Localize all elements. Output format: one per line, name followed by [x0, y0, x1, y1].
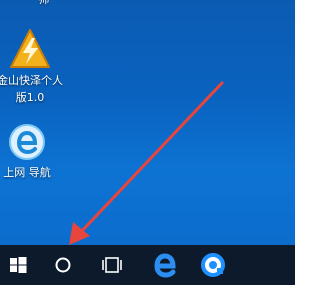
app-taskbar-button[interactable]: [193, 245, 233, 285]
task-view-button[interactable]: [92, 245, 132, 285]
app-circle-icon: [201, 253, 225, 277]
task-view-icon: [102, 257, 122, 273]
annotation-arrow: [69, 81, 224, 245]
taskbar: [0, 245, 295, 285]
edge-button[interactable]: [145, 245, 185, 285]
search-button[interactable]: [43, 245, 83, 285]
edge-icon: [154, 253, 176, 278]
search-circle-icon: [55, 257, 71, 273]
windows-logo-icon: [10, 257, 27, 273]
start-button[interactable]: [0, 245, 38, 285]
desktop: 师 金山快泽个人 版1.0 上网 导航: [0, 0, 295, 285]
